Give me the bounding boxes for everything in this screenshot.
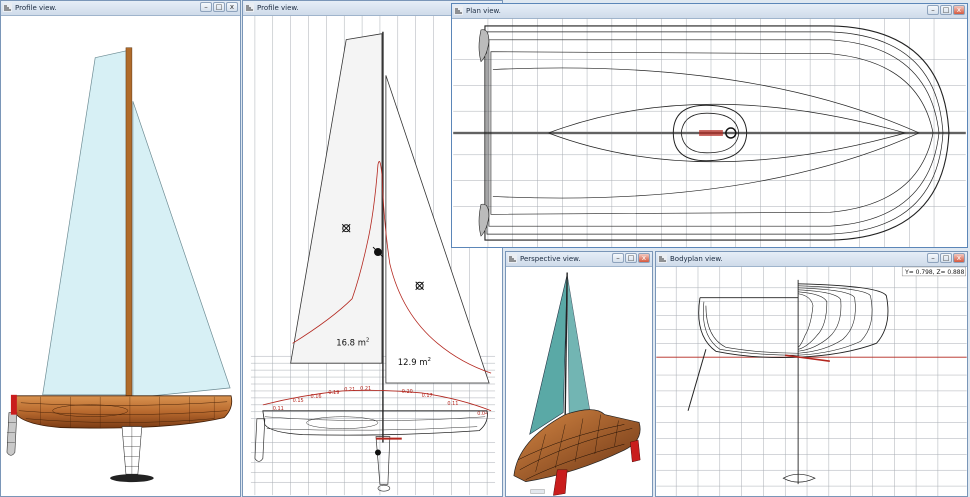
mast [125, 47, 133, 407]
mainsail [42, 50, 128, 396]
title-bar[interactable]: Profile view. – □ x [1, 1, 240, 16]
minimize-button[interactable]: – [927, 5, 939, 15]
close-button[interactable]: x [638, 253, 650, 263]
svg-text:0.04: 0.04 [477, 411, 488, 417]
cursor-coordinates: Y= 0.798, Z= 0.888 [904, 269, 964, 276]
app-icon [3, 3, 12, 12]
svg-text:0.20: 0.20 [402, 389, 413, 395]
title-bar[interactable]: Bodyplan view. – □ x [656, 252, 967, 267]
window-title: Profile view. [15, 4, 57, 12]
app-icon [245, 3, 254, 12]
scrollbar-thumb [530, 489, 545, 494]
app-icon [508, 254, 517, 263]
profile-canvas-1[interactable] [1, 15, 240, 496]
keel-bulb [110, 474, 154, 483]
window-title: Bodyplan view. [670, 255, 723, 263]
svg-text:0.16: 0.16 [310, 394, 321, 400]
window-title: Plan view. [466, 7, 501, 15]
bodyplan-sections [698, 283, 889, 359]
keel-bulb-section [782, 473, 816, 483]
svg-text:0.21: 0.21 [344, 387, 355, 393]
minimize-button[interactable]: – [200, 2, 212, 12]
centre-of-lateral-resistance [374, 449, 381, 456]
close-button[interactable]: x [953, 5, 965, 15]
close-button[interactable]: x [226, 2, 238, 12]
title-bar[interactable]: Perspective view. – □ x [506, 252, 652, 267]
svg-text:0.11: 0.11 [447, 401, 458, 407]
minimize-button[interactable]: – [927, 253, 939, 263]
svg-text:0.15: 0.15 [293, 398, 304, 404]
bodyplan-view-window[interactable]: Bodyplan view. – □ x Y= 0.798, Z= 0.888 [655, 251, 968, 497]
plan-drawing [453, 18, 966, 247]
profile-view-window-1[interactable]: Profile view. – □ x [0, 0, 241, 497]
maximize-button[interactable]: □ [213, 2, 225, 12]
plan-view-window[interactable]: Plan view. – □ x [451, 3, 968, 248]
keel-outline [375, 436, 391, 485]
perspective-drawing [513, 272, 641, 496]
window-title: Profile view. [257, 4, 299, 12]
mainsail-outline [290, 33, 383, 364]
rudder [6, 412, 18, 456]
plan-canvas[interactable] [452, 18, 967, 247]
rudder-top [478, 29, 490, 63]
title-bar[interactable]: Plan view. – □ x [452, 4, 967, 19]
mainsail-area-label: 16.8 m2 [336, 337, 369, 347]
svg-text:0.21: 0.21 [360, 386, 371, 392]
close-button[interactable]: x [953, 253, 965, 263]
svg-text:0.19: 0.19 [328, 390, 339, 396]
maximize-button[interactable]: □ [940, 253, 952, 263]
bodyplan-drawing: Y= 0.798, Z= 0.888 [656, 266, 967, 496]
rudder-bottom [478, 203, 490, 237]
app-icon [454, 6, 463, 15]
rudder-outline [254, 418, 266, 462]
perspective-rudder [630, 439, 641, 463]
hull [12, 395, 233, 429]
maximize-button[interactable]: □ [940, 5, 952, 15]
bodyplan-canvas[interactable]: Y= 0.798, Z= 0.888 [656, 266, 967, 496]
perspective-sail [529, 274, 568, 435]
svg-text:0.17: 0.17 [422, 393, 433, 399]
app-icon [658, 254, 667, 263]
profile-drawing-1 [6, 47, 233, 483]
window-title: Perspective view. [520, 255, 581, 263]
minimize-button[interactable]: – [612, 253, 624, 263]
perspective-view-window[interactable]: Perspective view. – □ x [505, 251, 653, 497]
jib-area-label: 12.9 m2 [398, 357, 431, 367]
jib-sail [132, 101, 231, 399]
maximize-button[interactable]: □ [625, 253, 637, 263]
hull-profile [262, 410, 488, 436]
perspective-canvas[interactable] [506, 266, 652, 496]
